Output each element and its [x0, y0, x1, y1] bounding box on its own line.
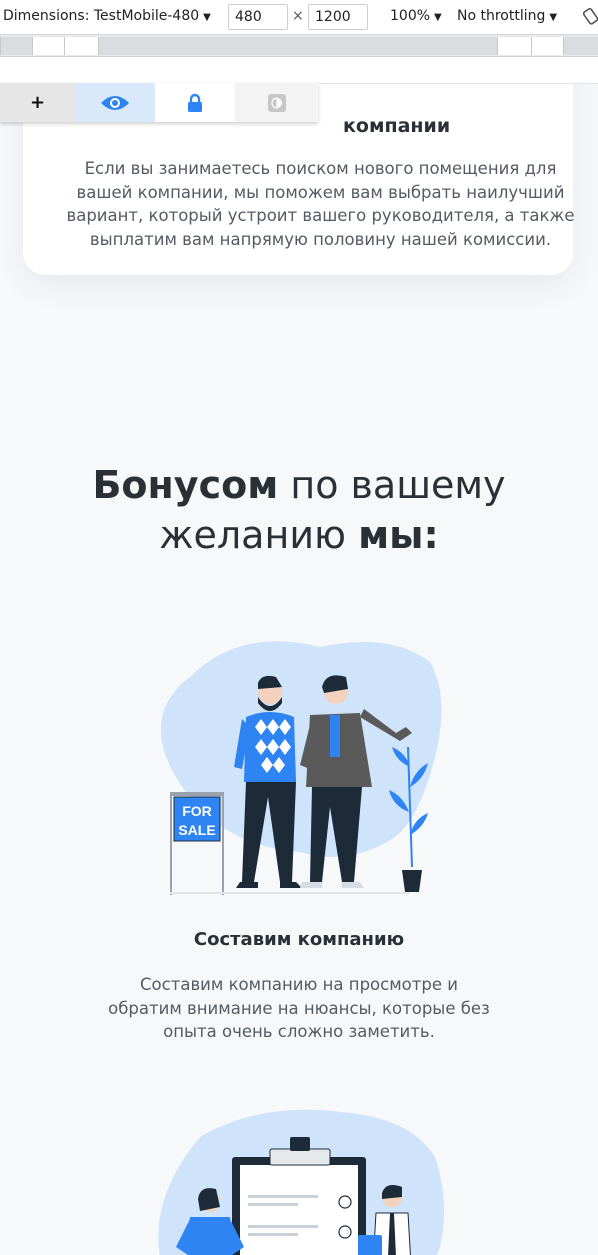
eye-icon [101, 95, 129, 110]
device-name: Dimensions: TestMobile-480 [3, 8, 200, 24]
ruler-segment[interactable] [563, 37, 598, 55]
ruler-segment[interactable] [98, 37, 497, 55]
heading-bold-2: мы: [358, 513, 439, 557]
ruler-segment[interactable] [531, 37, 563, 55]
ruler-segment[interactable] [32, 37, 64, 55]
dimension-separator: × [292, 8, 304, 24]
rotate-icon[interactable] [582, 7, 598, 29]
feature-text: Составим компанию на просмотре и обратим… [108, 975, 490, 1041]
page-viewport: компании Если вы занимаетесь поиском нов… [0, 57, 598, 1255]
sign-text-sale: SALE [178, 822, 215, 838]
media-query-ruler[interactable] [0, 35, 598, 57]
heading-normal-1: по вашему [278, 463, 506, 507]
sign-text-for: FOR [182, 803, 212, 819]
plus-icon: + [29, 92, 46, 113]
zoom-value: 100% [390, 8, 431, 24]
device-dimensions-select[interactable]: Dimensions: TestMobile-480 ▼ [3, 8, 211, 24]
devtools-device-toolbar: Dimensions: TestMobile-480 ▼ 480 × 1200 1… [0, 0, 598, 35]
height-value: 1200 [315, 9, 351, 25]
throttling-value: No throttling [457, 8, 546, 24]
lock-button[interactable] [155, 83, 235, 122]
chevron-down-icon: ▼ [549, 12, 558, 23]
ruler-segment[interactable] [64, 37, 98, 55]
visually-impaired-button[interactable] [75, 83, 155, 122]
zoom-select[interactable]: 100% ▼ [390, 8, 442, 24]
ruler-segment[interactable] [497, 37, 531, 55]
chevron-down-icon: ▼ [203, 12, 211, 23]
ruler-segment[interactable] [0, 37, 32, 55]
feature-illustration-checklist [150, 1107, 450, 1255]
accessibility-widget: + [0, 83, 318, 122]
feature-title: Составим компанию [193, 929, 405, 950]
heading-normal-2: желанию [159, 513, 359, 557]
bonus-heading: Бонусом по вашему желанию мы: [0, 460, 598, 560]
contrast-icon [267, 93, 286, 112]
contrast-button[interactable] [235, 83, 318, 122]
feature-illustration-viewing: FOR SALE [150, 637, 450, 902]
increase-font-button[interactable]: + [0, 83, 75, 122]
chevron-down-icon: ▼ [434, 12, 442, 23]
heading-bold-1: Бонусом [92, 463, 279, 507]
card-text: Если вы занимаетесь поиском нового помещ… [66, 159, 575, 249]
width-input[interactable]: 480 [228, 4, 288, 30]
page-top-strip [0, 57, 598, 84]
throttling-select[interactable]: No throttling ▼ [457, 8, 557, 24]
lock-icon [188, 93, 202, 112]
width-value: 480 [235, 9, 262, 25]
height-input[interactable]: 1200 [308, 4, 368, 30]
card-title: компании [343, 115, 451, 137]
